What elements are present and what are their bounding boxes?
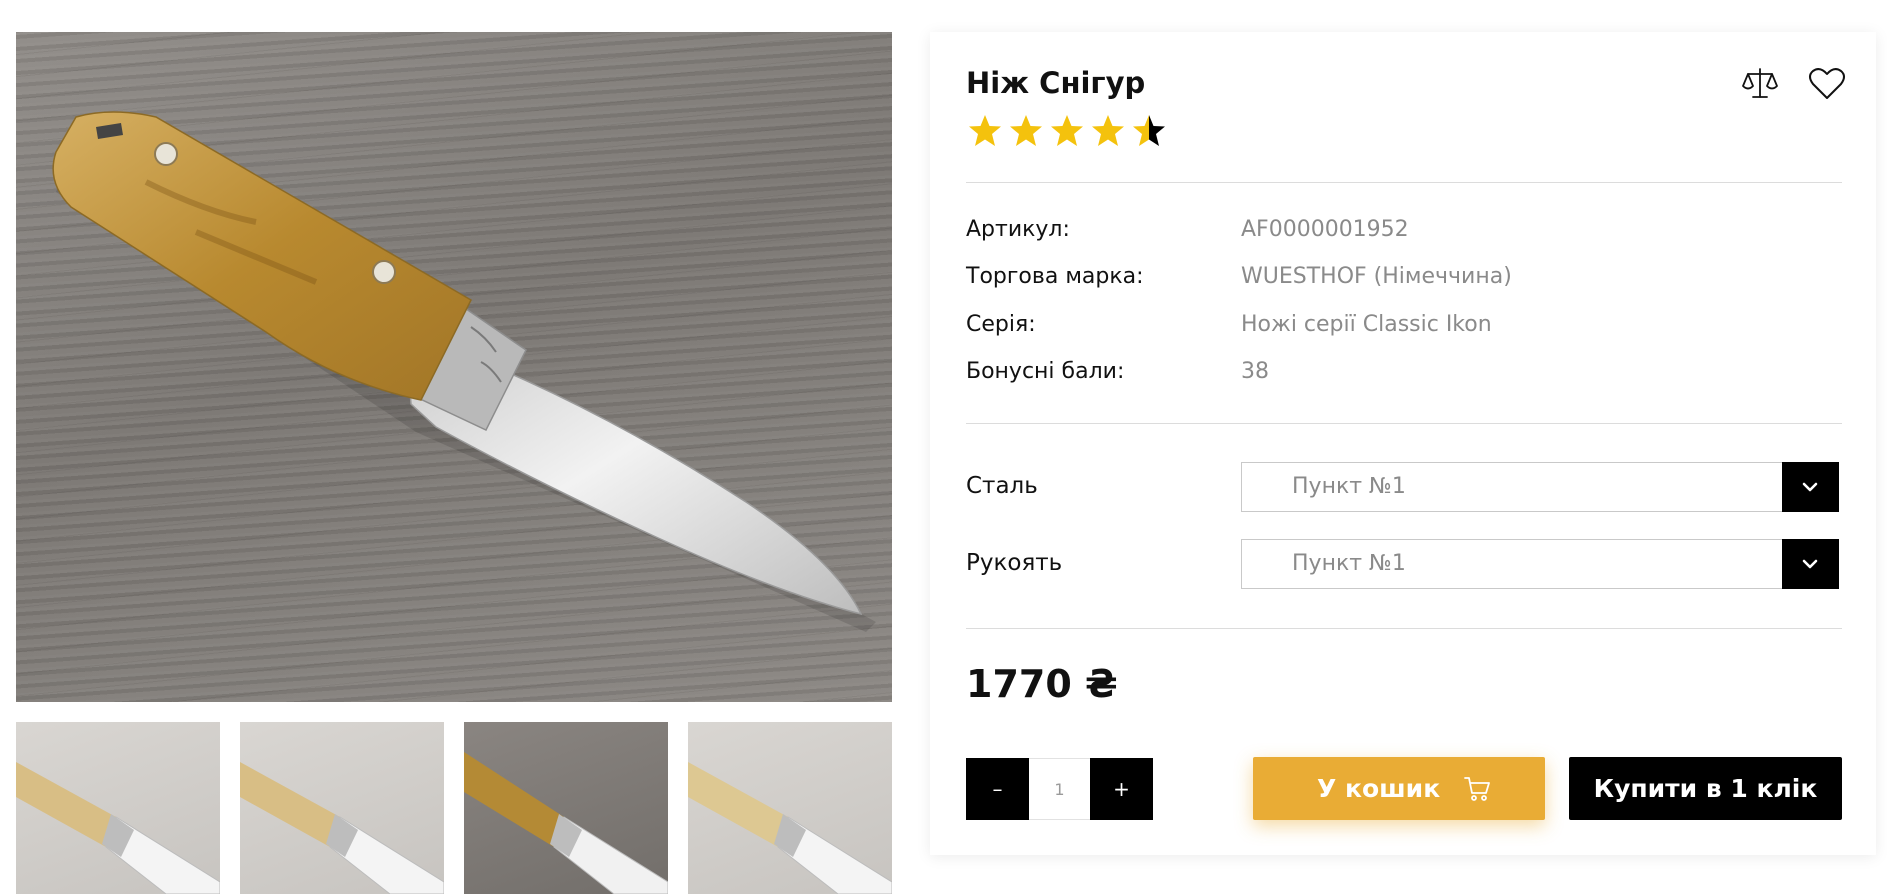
product-title: Ніж Снігур bbox=[966, 66, 1146, 100]
product-info-card: Ніж Снігур Артикул: AF0000001952 Торгова… bbox=[930, 32, 1876, 855]
divider bbox=[966, 423, 1842, 424]
add-to-cart-button[interactable]: У кошик bbox=[1253, 757, 1545, 820]
product-price: 1770 ₴ bbox=[966, 662, 1118, 706]
spec-value-bonus: 38 bbox=[1241, 359, 1269, 384]
compare-button[interactable] bbox=[1740, 64, 1780, 104]
spec-label-brand: Торгова марка: bbox=[966, 264, 1144, 289]
star-icon bbox=[1133, 115, 1165, 146]
option-label-steel: Сталь bbox=[966, 473, 1038, 499]
buy-one-click-button[interactable]: Купити в 1 клік bbox=[1569, 757, 1842, 820]
quantity-input[interactable] bbox=[1029, 758, 1090, 820]
quantity-stepper: – + bbox=[966, 758, 1153, 820]
add-to-cart-label: У кошик bbox=[1317, 774, 1441, 803]
spec-label-bonus: Бонусні бали: bbox=[966, 359, 1125, 384]
steel-dropdown-toggle[interactable] bbox=[1782, 462, 1839, 512]
chevron-down-icon bbox=[1802, 559, 1818, 569]
increase-quantity-button[interactable]: + bbox=[1090, 758, 1153, 820]
thumbnail-active[interactable] bbox=[464, 722, 668, 894]
option-label-handle: Рукоять bbox=[966, 550, 1063, 576]
handle-select[interactable]: Пункт №1 bbox=[1241, 539, 1839, 589]
thumbnail[interactable] bbox=[688, 722, 892, 894]
spec-label-article: Артикул: bbox=[966, 217, 1070, 242]
star-icon bbox=[1092, 115, 1124, 146]
spec-value-article: AF0000001952 bbox=[1241, 217, 1409, 242]
star-icon bbox=[1051, 115, 1083, 146]
chevron-down-icon bbox=[1802, 482, 1818, 492]
handle-dropdown-toggle[interactable] bbox=[1782, 539, 1839, 589]
decrease-quantity-button[interactable]: – bbox=[966, 758, 1029, 820]
divider bbox=[966, 182, 1842, 183]
heart-icon bbox=[1809, 68, 1845, 99]
thumbnail-strip bbox=[16, 722, 892, 894]
spec-value-brand: WUESTHOF (Німеччина) bbox=[1241, 264, 1512, 289]
steel-select[interactable]: Пункт №1 bbox=[1241, 462, 1839, 512]
spec-value-series: Ножі серії Classic Ikon bbox=[1241, 312, 1492, 337]
buy-one-click-label: Купити в 1 клік bbox=[1593, 774, 1818, 803]
star-icon bbox=[969, 115, 1001, 146]
cart-icon bbox=[1464, 777, 1490, 801]
divider bbox=[966, 628, 1842, 629]
star-icon bbox=[1010, 115, 1042, 146]
knife-image bbox=[52, 111, 876, 632]
thumbnail[interactable] bbox=[240, 722, 444, 894]
handle-select-value: Пункт №1 bbox=[1292, 551, 1406, 576]
favorite-button[interactable] bbox=[1807, 64, 1847, 104]
thumbnail[interactable] bbox=[16, 722, 220, 894]
scales-icon bbox=[1742, 68, 1778, 98]
steel-select-value: Пункт №1 bbox=[1292, 474, 1406, 499]
spec-label-series: Серія: bbox=[966, 312, 1036, 337]
main-product-image[interactable] bbox=[16, 32, 892, 702]
